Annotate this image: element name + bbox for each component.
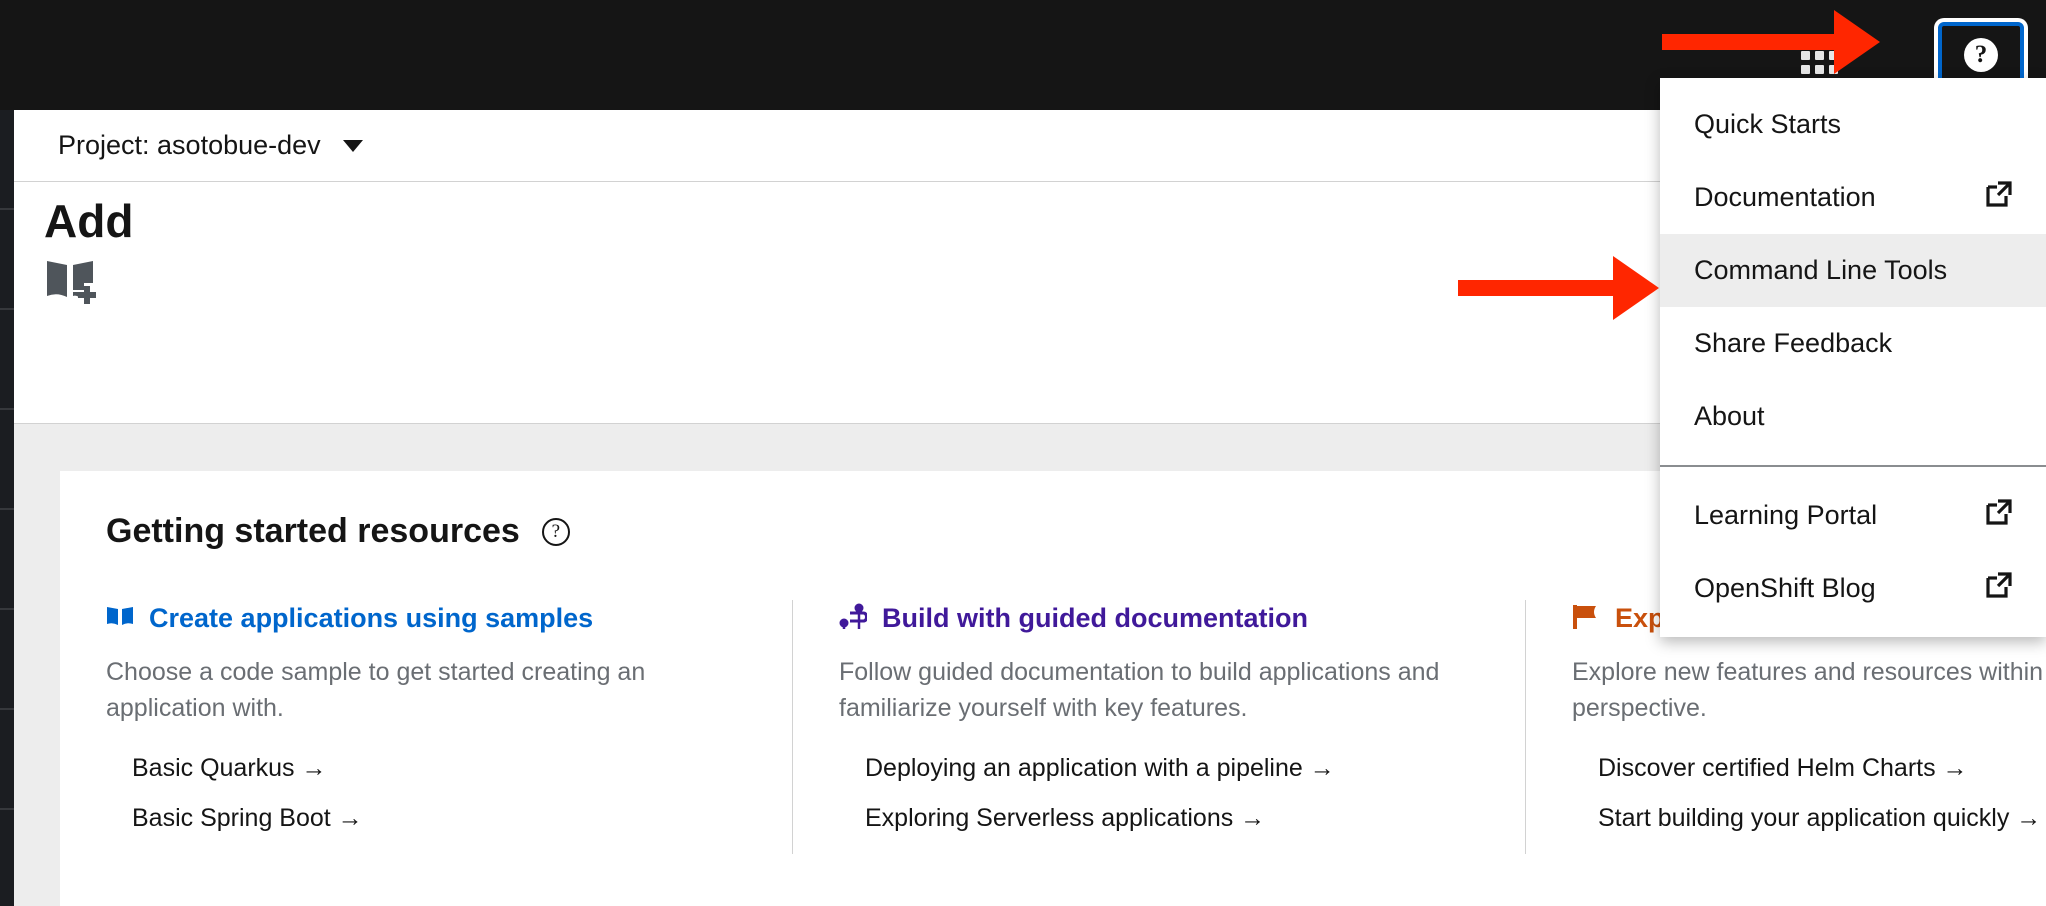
resource-column-guided-docs: Build with guided documentation Follow g… xyxy=(792,600,1525,854)
sidebar-item[interactable] xyxy=(0,510,14,610)
menu-item-label: Command Line Tools xyxy=(1694,255,1948,285)
external-link-icon xyxy=(1986,499,2012,532)
menu-item-share-feedback[interactable]: Share Feedback xyxy=(1660,307,2046,380)
resource-link-list: Discover certified Helm Charts → Start b… xyxy=(1572,754,2046,833)
resource-link[interactable]: Deploying an application with a pipeline… xyxy=(865,754,1479,783)
route-icon xyxy=(839,603,869,634)
external-link-icon xyxy=(1986,572,2012,605)
sidebar-item[interactable] xyxy=(0,210,14,310)
resource-column-title: Build with guided documentation xyxy=(882,602,1308,633)
resource-column-header[interactable]: Build with guided documentation xyxy=(839,600,1479,636)
arrow-shaft xyxy=(1662,34,1852,50)
menu-item-quick-starts[interactable]: Quick Starts xyxy=(1660,88,2046,161)
resource-column-description: Follow guided documentation to build app… xyxy=(839,658,1440,722)
menu-item-label: Documentation xyxy=(1694,182,1876,212)
resource-column-description: Choose a code sample to get started crea… xyxy=(106,658,646,722)
menu-item-learning-portal[interactable]: Learning Portal xyxy=(1660,479,2046,552)
chevron-down-icon xyxy=(342,139,363,152)
resource-link-list: Basic Quarkus → Basic Spring Boot → xyxy=(106,754,746,833)
arrow-shaft xyxy=(1458,280,1628,296)
menu-divider xyxy=(1660,465,2046,467)
menu-item-label: Learning Portal xyxy=(1694,500,1878,530)
resource-column-description: Explore new features and resources withi… xyxy=(1572,658,2046,722)
sidebar-item[interactable] xyxy=(0,710,14,810)
menu-item-label: Quick Starts xyxy=(1694,109,1842,139)
resource-link[interactable]: Exploring Serverless applications → xyxy=(865,804,1479,833)
resource-link[interactable]: Discover certified Helm Charts → xyxy=(1598,754,2046,783)
resource-column-new-features: Explore new features and resources Explo… xyxy=(1525,600,2046,854)
book-plus-icon[interactable] xyxy=(44,256,98,309)
page-title: Add xyxy=(44,195,134,247)
sidebar-item[interactable] xyxy=(0,610,14,710)
external-link-icon xyxy=(1986,181,2012,214)
menu-item-label: Share Feedback xyxy=(1694,328,1893,358)
flag-icon xyxy=(1572,603,1600,634)
resource-link[interactable]: Basic Spring Boot → xyxy=(132,804,746,833)
resource-link[interactable]: Basic Quarkus → xyxy=(132,754,746,783)
sidebar-item[interactable] xyxy=(0,310,14,410)
getting-started-header: Getting started resources ? xyxy=(106,512,570,551)
arrow-head xyxy=(1834,10,1880,74)
menu-item-label: About xyxy=(1694,401,1765,431)
resource-column-samples: Create applications using samples Choose… xyxy=(60,600,792,854)
project-selector-label: Project: asotobue-dev xyxy=(58,130,321,160)
app-root: ? Project: asotobue-dev Add Getting star… xyxy=(0,0,2046,906)
annotation-arrow-help-button xyxy=(1662,10,1892,74)
resource-column-title: Create applications using samples xyxy=(149,602,594,633)
sidebar-item[interactable] xyxy=(0,410,14,510)
resource-link[interactable]: Start building your application quickly … xyxy=(1598,804,2046,833)
resource-column-header[interactable]: Create applications using samples xyxy=(106,600,746,636)
menu-item-documentation[interactable]: Documentation xyxy=(1660,161,2046,234)
getting-started-columns: Create applications using samples Choose… xyxy=(60,600,2046,854)
arrow-head xyxy=(1613,256,1659,320)
help-dropdown-menu: Quick Starts Documentation Command Line … xyxy=(1660,78,2046,637)
resource-link-list: Deploying an application with a pipeline… xyxy=(839,754,1479,833)
project-selector[interactable]: Project: asotobue-dev xyxy=(58,130,363,161)
annotation-arrow-command-line-tools xyxy=(1458,256,1670,320)
sidebar-nav-rail[interactable] xyxy=(0,110,14,906)
book-icon xyxy=(106,604,134,633)
help-circle-icon[interactable]: ? xyxy=(541,517,570,546)
menu-item-about[interactable]: About xyxy=(1660,380,2046,453)
getting-started-title: Getting started resources xyxy=(106,512,520,550)
help-icon: ? xyxy=(1964,38,1998,72)
menu-item-openshift-blog[interactable]: OpenShift Blog xyxy=(1660,552,2046,625)
menu-item-label: OpenShift Blog xyxy=(1694,573,1876,603)
sidebar-item[interactable] xyxy=(0,110,14,210)
menu-item-command-line-tools[interactable]: Command Line Tools xyxy=(1660,234,2046,307)
